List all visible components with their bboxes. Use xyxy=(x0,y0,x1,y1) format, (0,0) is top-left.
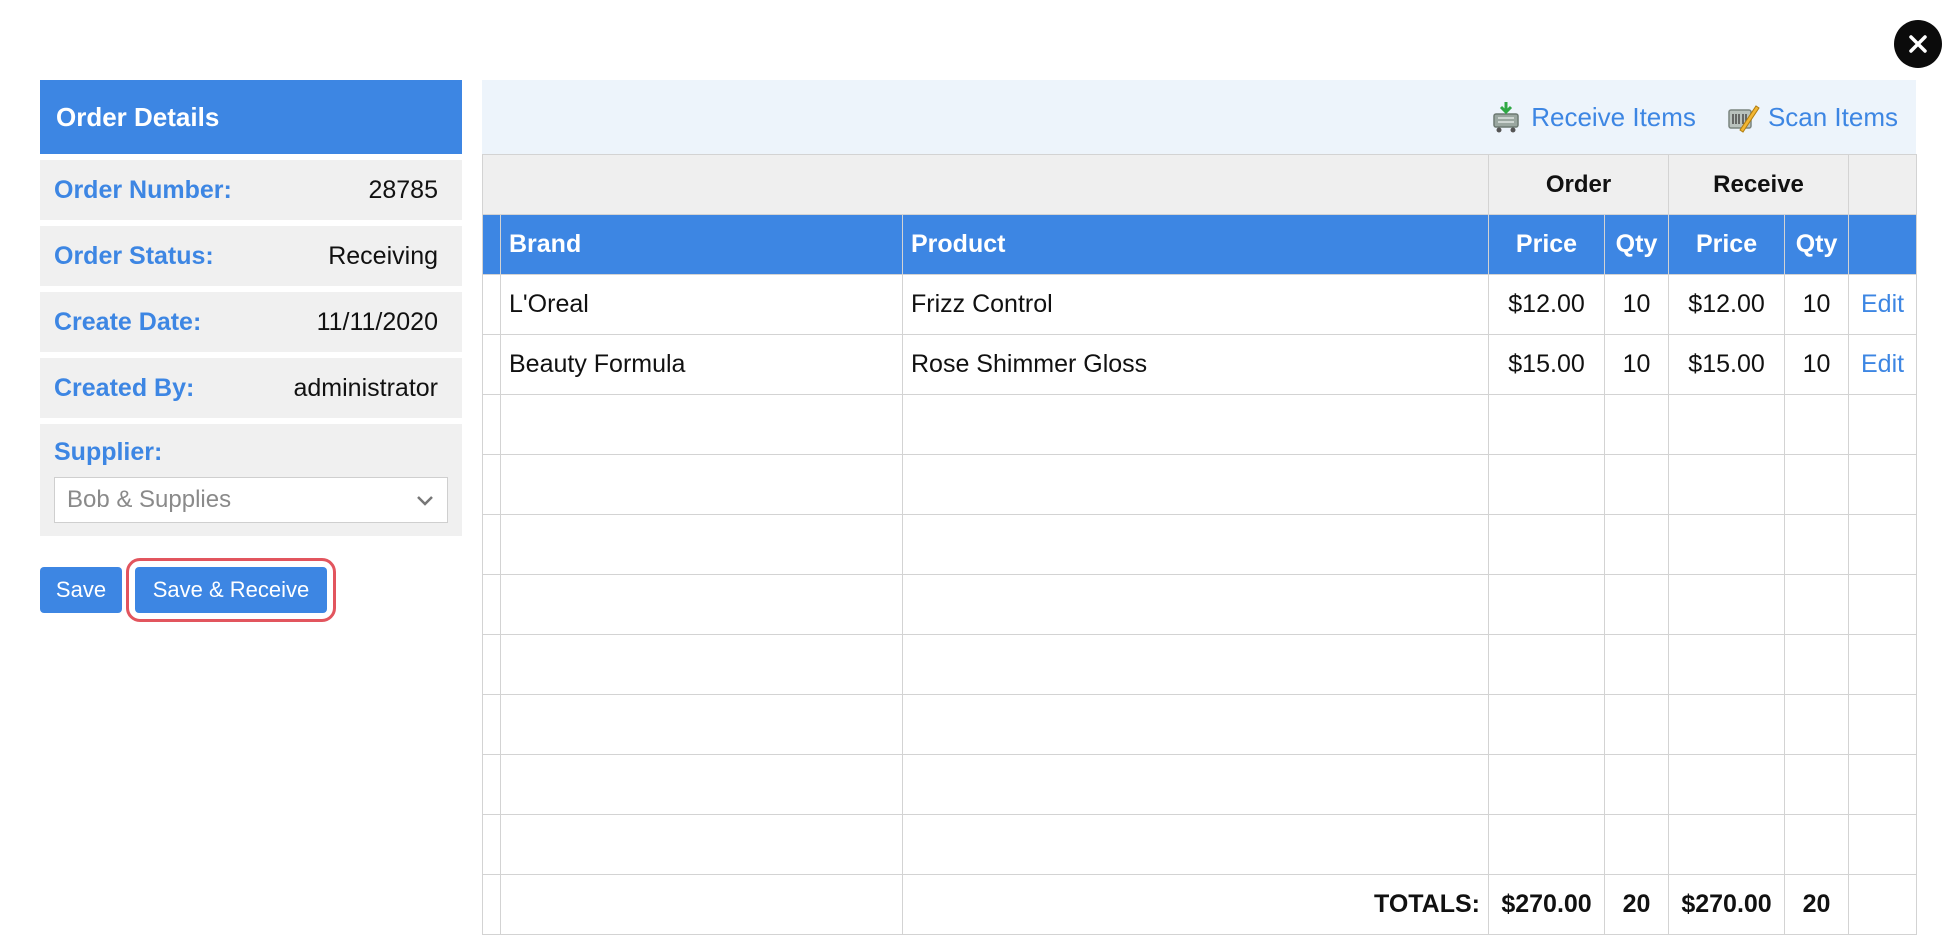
create-date-row: Create Date: 11/11/2020 xyxy=(40,292,462,352)
highlight-outline: Save & Receive xyxy=(126,558,336,622)
receive-items-link[interactable]: Receive Items xyxy=(1489,100,1696,134)
column-header-actions xyxy=(1848,214,1918,275)
empty-row xyxy=(482,754,1918,815)
order-qty-cell: 10 xyxy=(1604,334,1670,395)
order-status-label: Order Status: xyxy=(54,241,214,270)
order-qty-cell: 10 xyxy=(1604,274,1670,335)
empty-row xyxy=(482,394,1918,455)
total-order-qty: 20 xyxy=(1604,874,1670,935)
create-date-label: Create Date: xyxy=(54,307,202,336)
empty-row xyxy=(482,514,1918,575)
save-button[interactable]: Save xyxy=(40,567,122,613)
order-status-row: Order Status: Receiving xyxy=(40,226,462,286)
table-row[interactable]: Beauty Formula Rose Shimmer Gloss $15.00… xyxy=(482,334,1918,395)
receive-items-label: Receive Items xyxy=(1531,101,1696,132)
row-select-cell xyxy=(482,274,501,335)
action-buttons: Save Save & Receive xyxy=(40,558,336,622)
scan-items-label: Scan Items xyxy=(1767,101,1898,132)
group-header-order: Order xyxy=(1488,154,1670,215)
scan-items-link[interactable]: Scan Items xyxy=(1726,100,1898,134)
row-select-cell xyxy=(482,334,501,395)
brand-cell: Beauty Formula xyxy=(500,334,903,395)
column-header-order-qty[interactable]: Qty xyxy=(1604,214,1670,275)
empty-row xyxy=(482,694,1918,755)
scan-pencil-icon xyxy=(1728,105,1760,133)
column-header-receive-price[interactable]: Price xyxy=(1668,214,1786,275)
receive-price-cell: $12.00 xyxy=(1668,274,1786,335)
empty-row xyxy=(482,634,1918,695)
column-header-row: Brand Product Price Qty Price Qty xyxy=(482,214,1918,275)
brand-cell: L'Oreal xyxy=(500,274,903,335)
group-header-receive: Receive xyxy=(1668,154,1850,215)
edit-link[interactable]: Edit xyxy=(1848,274,1918,335)
order-items-panel: Receive Items Scan Items Order Receive B… xyxy=(481,80,1918,935)
group-header-blank xyxy=(481,154,1490,215)
order-price-cell: $15.00 xyxy=(1488,334,1606,395)
created-by-label: Created By: xyxy=(54,373,195,402)
created-by-value: administrator xyxy=(293,373,439,402)
product-cell: Frizz Control xyxy=(901,274,1490,335)
order-number-label: Order Number: xyxy=(54,175,232,204)
order-items-table: Order Receive Brand Product Price Qty Pr… xyxy=(481,154,1918,935)
supplier-section: Supplier: Bob & Supplies xyxy=(40,424,462,536)
totals-label: TOTALS: xyxy=(901,874,1490,935)
total-receive-qty: 20 xyxy=(1784,874,1850,935)
total-order-price: $270.00 xyxy=(1488,874,1606,935)
supplier-label: Supplier: xyxy=(54,438,163,466)
group-header-actions xyxy=(1848,154,1918,215)
column-header-select xyxy=(482,214,501,275)
totals-row: TOTALS: $270.00 20 $270.00 20 xyxy=(482,874,1918,935)
order-price-cell: $12.00 xyxy=(1488,274,1606,335)
order-status-value: Receiving xyxy=(328,241,438,270)
receive-price-cell: $15.00 xyxy=(1668,334,1786,395)
column-header-receive-qty[interactable]: Qty xyxy=(1784,214,1850,275)
empty-row xyxy=(482,454,1918,515)
column-header-order-price[interactable]: Price xyxy=(1488,214,1606,275)
close-button[interactable] xyxy=(1894,20,1942,68)
column-header-product[interactable]: Product xyxy=(901,214,1490,275)
create-date-value: 11/11/2020 xyxy=(316,307,438,336)
save-and-receive-button[interactable]: Save & Receive xyxy=(135,567,327,613)
product-cell: Rose Shimmer Gloss xyxy=(901,334,1490,395)
panel-title: Order Details xyxy=(40,80,462,154)
supplier-selected-value: Bob & Supplies xyxy=(67,486,232,513)
created-by-row: Created By: administrator xyxy=(40,358,462,418)
receive-qty-cell: 10 xyxy=(1784,274,1850,335)
order-details-panel: Order Details Order Number: 28785 Order … xyxy=(40,80,462,536)
chevron-down-icon xyxy=(417,496,433,506)
cart-download-icon xyxy=(1493,102,1519,133)
close-icon xyxy=(1909,35,1927,53)
table-row[interactable]: L'Oreal Frizz Control $12.00 10 $12.00 1… xyxy=(482,274,1918,335)
receive-qty-cell: 10 xyxy=(1784,334,1850,395)
edit-link[interactable]: Edit xyxy=(1848,334,1918,395)
empty-row xyxy=(482,574,1918,635)
empty-row xyxy=(482,814,1918,875)
group-header-row: Order Receive xyxy=(481,154,1918,215)
order-number-row: Order Number: 28785 xyxy=(40,160,462,220)
column-header-brand[interactable]: Brand xyxy=(500,214,903,275)
total-receive-price: $270.00 xyxy=(1668,874,1786,935)
order-number-value: 28785 xyxy=(368,175,438,204)
items-toolbar: Receive Items Scan Items xyxy=(482,80,1916,154)
supplier-select[interactable]: Bob & Supplies xyxy=(54,477,448,523)
